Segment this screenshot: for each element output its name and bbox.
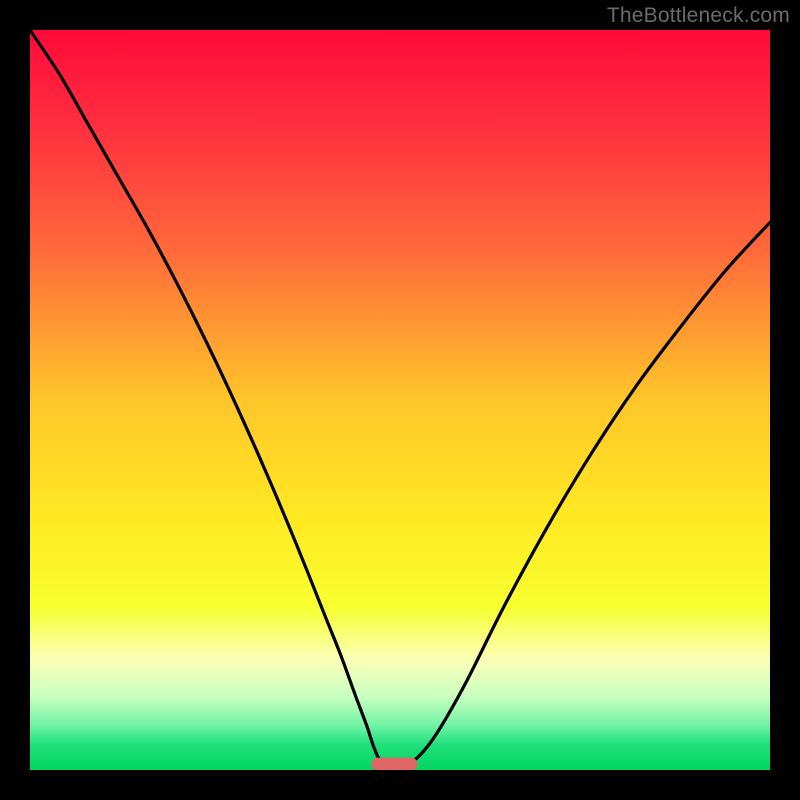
bottleneck-chart [0,0,800,800]
gradient-background [30,30,770,770]
chart-frame: TheBottleneck.com [0,0,800,800]
watermark-text: TheBottleneck.com [607,4,790,28]
